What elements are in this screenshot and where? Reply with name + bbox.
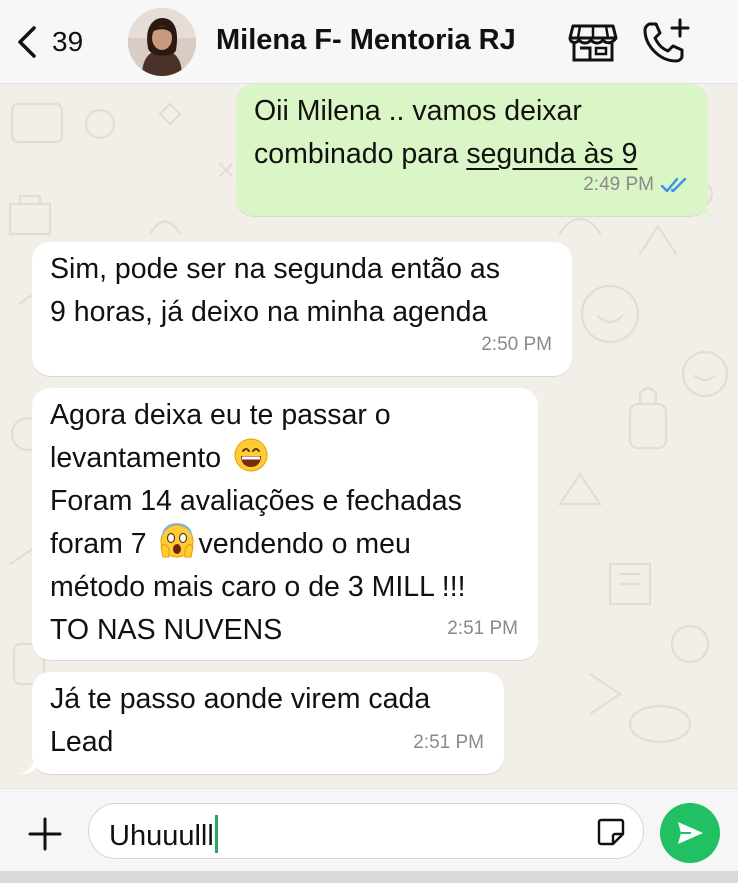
message-text: Sim, pode ser na segunda então as — [50, 253, 500, 285]
sticker-icon[interactable] — [595, 816, 627, 848]
chevron-left-icon — [18, 26, 36, 58]
message-text: 9 horas, já deixo na minha agenda — [50, 296, 488, 328]
plus-icon[interactable] — [22, 811, 68, 857]
message-time: 2:51 PM — [447, 618, 518, 639]
message-composer: Uhuuulll — [0, 788, 738, 883]
message-text: Foram 14 avaliações e fechadas — [50, 485, 462, 517]
back-button[interactable]: 39 — [14, 20, 104, 64]
send-button[interactable] — [660, 803, 720, 863]
message-text: método mais caro o de 3 MILL !!! — [50, 571, 466, 603]
avatar[interactable] — [128, 8, 196, 76]
read-ticks-icon — [660, 177, 687, 192]
message-input-value: Uhuuulll — [109, 820, 214, 852]
message-bubble-incoming[interactable]: Agora deixa eu te passar o levantamento … — [32, 388, 538, 660]
contact-name[interactable]: Milena F- Mentoria RJ — [216, 24, 516, 57]
bubble-tail — [18, 756, 36, 774]
message-bubble-incoming[interactable]: Sim, pode ser na segunda então as 9 hora… — [32, 242, 572, 376]
message-bubble-outgoing[interactable]: Oii Milena .. vamos deixar combinado par… — [236, 84, 708, 216]
message-text: Agora deixa eu te passar o — [50, 399, 391, 431]
message-time: 2:49 PM — [583, 174, 654, 195]
screaming-face-icon — [159, 523, 195, 559]
store-icon[interactable] — [566, 16, 620, 66]
message-text: Já te passo aonde virem cada — [50, 683, 431, 715]
text-caret — [214, 815, 218, 853]
message-text: Oii Milena .. vamos deixar — [254, 95, 582, 127]
message-text: combinado para — [254, 138, 467, 170]
add-call-icon[interactable] — [640, 16, 694, 66]
unread-count: 39 — [52, 26, 84, 57]
message-time: 2:50 PM — [481, 334, 552, 355]
message-time: 2:51 PM — [413, 732, 484, 753]
avatar-photo — [128, 8, 196, 76]
message-bubble-incoming[interactable]: Já te passo aonde virem cada Lead 2:51 P… — [32, 672, 504, 774]
bubble-tail — [700, 198, 718, 216]
grinning-face-icon — [233, 437, 269, 473]
message-input[interactable]: Uhuuulll — [88, 803, 644, 859]
message-text: foram 7 — [50, 528, 147, 560]
message-text: levantamento — [50, 442, 222, 474]
send-icon — [678, 822, 703, 844]
chat-header: 39 Milena F- Mentoria RJ — [0, 0, 738, 84]
message-text: vendendo o meu — [198, 528, 411, 560]
chat-area[interactable]: Oii Milena .. vamos deixar combinado par… — [0, 84, 738, 788]
bottom-bar — [0, 871, 738, 883]
